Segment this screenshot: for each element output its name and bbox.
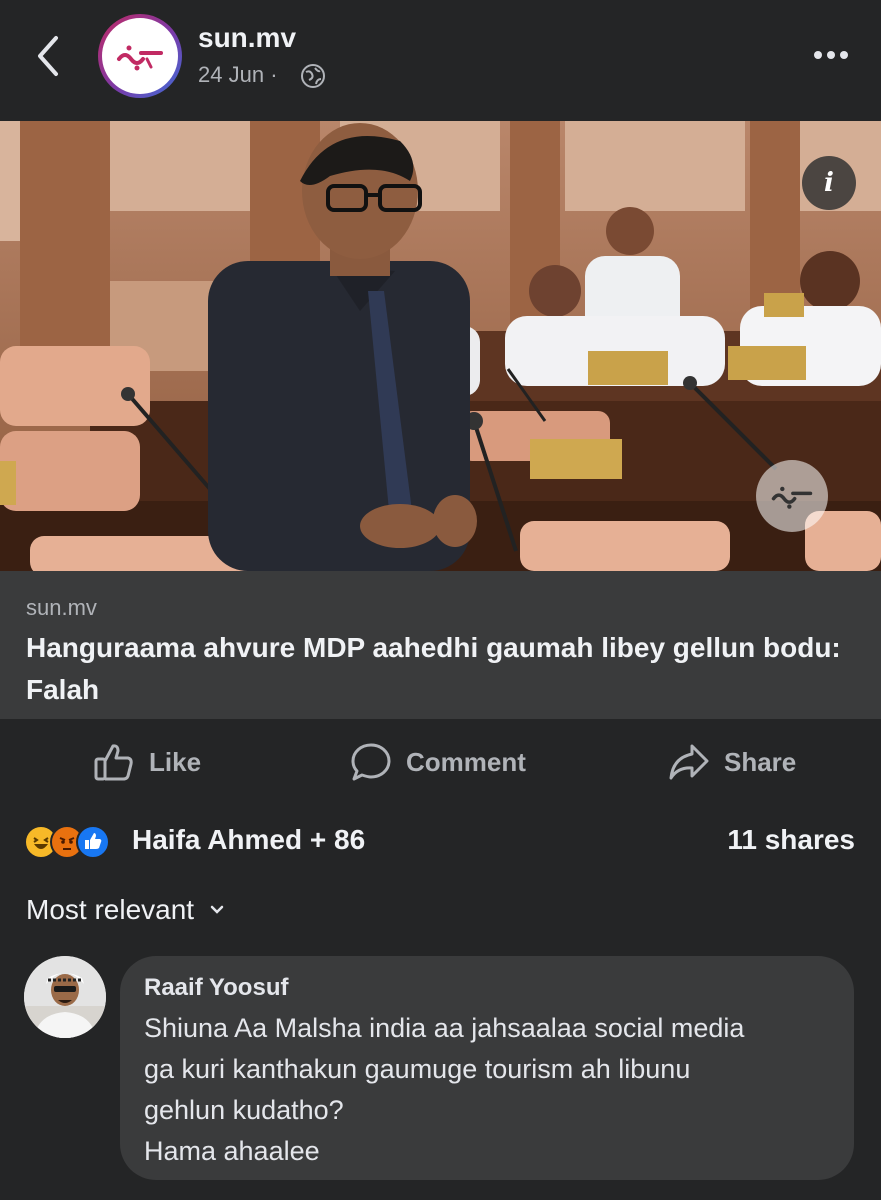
like-button[interactable]: Like — [93, 740, 201, 784]
comment-author[interactable]: Raaif Yoosuf — [144, 974, 830, 1002]
reactors-summary[interactable]: Haifa Ahmed + 86 — [132, 824, 365, 856]
sort-dropdown[interactable]: Most relevant — [26, 894, 224, 926]
back-button[interactable] — [28, 30, 68, 82]
comment-line: Hama ahaalee — [144, 1136, 320, 1166]
sun-watermark-icon — [771, 486, 813, 509]
comment-bubble[interactable]: Raaif Yoosuf Shiuna Aa Malsha india aa j… — [120, 956, 854, 1180]
comment-line: gehlun kudatho? — [144, 1095, 344, 1125]
post-header: sun.mv 24 Jun · — [0, 0, 881, 120]
comment-icon — [351, 743, 391, 781]
globe-icon — [301, 64, 325, 88]
commenter-photo — [24, 956, 106, 1038]
date-separator: · — [270, 62, 278, 87]
sun-watermark — [756, 460, 828, 532]
chevron-down-icon — [210, 905, 224, 914]
reaction-icons[interactable] — [24, 822, 110, 862]
comment-text: Shiuna Aa Malsha india aa jahsaalaa soci… — [144, 1008, 830, 1172]
like-reaction-icon — [76, 825, 110, 859]
page-name[interactable]: sun.mv — [198, 22, 296, 54]
more-icon — [814, 51, 848, 59]
link-preview[interactable]: sun.mv Hanguraama ahvure MDP aahedhi gau… — [0, 571, 881, 719]
like-label: Like — [149, 746, 202, 777]
shares-count[interactable]: 11 shares — [727, 824, 855, 856]
commenter-avatar[interactable] — [24, 956, 106, 1038]
post-date[interactable]: 24 Jun · — [198, 62, 278, 88]
info-icon: i — [824, 168, 834, 198]
link-title: Hanguraama ahvure MDP aahedhi gaumah lib… — [26, 632, 841, 705]
info-button[interactable]: i — [802, 156, 856, 210]
parliament-photo — [0, 121, 881, 571]
share-button[interactable]: Share — [668, 740, 796, 784]
page-avatar[interactable] — [98, 14, 182, 98]
comment-line: Shiuna Aa Malsha india aa jahsaalaa soci… — [144, 1013, 745, 1043]
back-chevron-icon — [38, 36, 58, 76]
share-icon — [669, 744, 709, 780]
like-icon — [94, 744, 133, 781]
sun-logo-icon — [117, 45, 163, 71]
link-domain: sun.mv — [26, 595, 97, 620]
more-button[interactable] — [806, 40, 856, 70]
comment-label: Comment — [406, 746, 526, 777]
comment-line: ga kuri kanthakun gaumuge tourism ah lib… — [144, 1054, 691, 1084]
post-photo[interactable] — [0, 121, 881, 571]
post-date-text: 24 Jun — [198, 62, 265, 87]
share-label: Share — [724, 746, 797, 777]
sort-label: Most relevant — [26, 894, 195, 925]
comment-button[interactable]: Comment — [350, 740, 526, 784]
